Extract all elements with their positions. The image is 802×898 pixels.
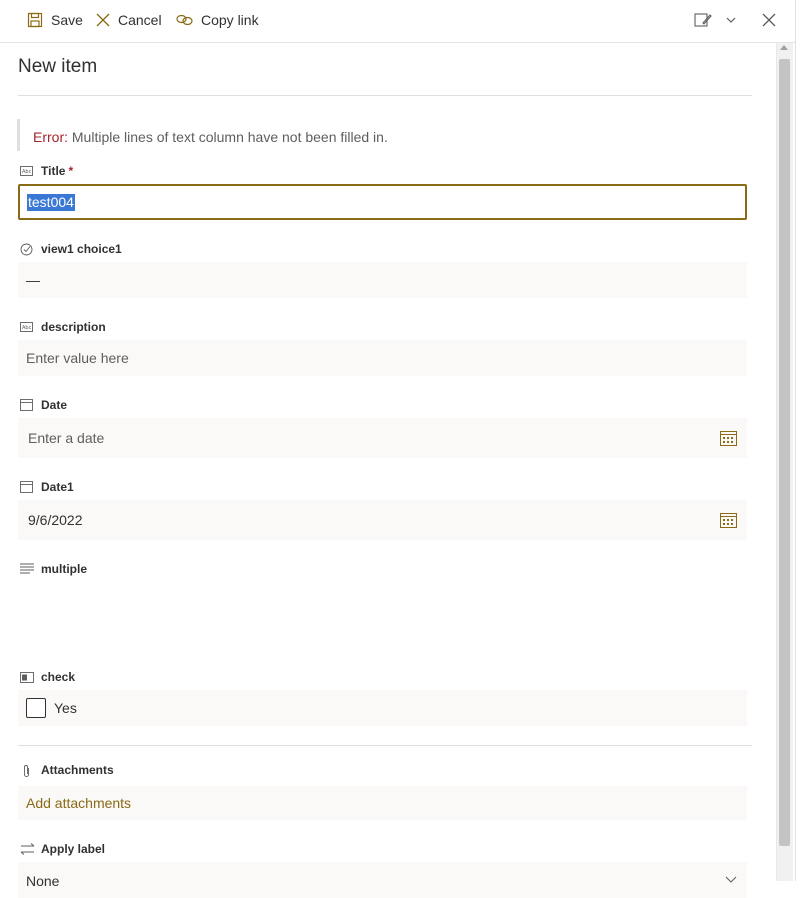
multiline-text-icon <box>20 563 34 574</box>
error-accent-bar <box>17 119 20 151</box>
date1-label: Date1 <box>41 480 74 494</box>
multiple-textarea[interactable] <box>18 582 747 662</box>
chevron-down-icon <box>725 876 737 883</box>
cancel-button-label: Cancel <box>118 12 162 28</box>
description-label: description <box>41 320 106 334</box>
close-icon <box>96 13 110 27</box>
choice-value: — <box>26 272 40 288</box>
text-field-icon: Abc <box>20 322 33 332</box>
calendar-picker-icon[interactable] <box>720 512 737 528</box>
page-title: New item <box>18 56 98 77</box>
calendar-icon <box>20 399 33 411</box>
save-icon <box>27 12 43 28</box>
link-icon <box>176 14 193 26</box>
calendar-picker-icon[interactable] <box>720 430 737 446</box>
title-input[interactable]: test004 <box>18 184 747 220</box>
date-placeholder: Enter a date <box>28 430 105 446</box>
scroll-up-arrow[interactable] <box>780 45 788 50</box>
add-attachments-link[interactable]: Add attachments <box>26 795 131 811</box>
command-bar: Save Cancel Copy link <box>0 0 795 43</box>
error-label: Error: <box>33 129 68 145</box>
section-divider <box>18 745 752 746</box>
error-message: Error: Multiple lines of text column hav… <box>33 129 388 145</box>
calendar-icon <box>20 481 33 493</box>
choice-dropdown[interactable]: — <box>18 262 747 298</box>
scrollbar-thumb[interactable] <box>779 59 790 846</box>
yes-checkbox-label: Yes <box>54 700 77 716</box>
required-mark: * <box>68 164 74 178</box>
multiple-label: multiple <box>41 562 88 576</box>
boolean-icon <box>20 672 34 683</box>
attachments-label: Attachments <box>41 763 114 777</box>
date-label: Date <box>41 398 68 412</box>
edit-form-button[interactable] <box>694 0 712 40</box>
edit-form-dropdown[interactable] <box>726 0 736 40</box>
description-input[interactable]: Enter value here <box>18 340 747 376</box>
apply-label-dropdown[interactable]: None <box>18 862 747 898</box>
save-button-label: Save <box>51 12 83 28</box>
panel-edge <box>795 0 796 881</box>
apply-label-value: None <box>26 873 60 889</box>
choice-label: view1 choice1 <box>41 242 122 256</box>
date1-input[interactable]: 9/6/2022 <box>18 500 747 540</box>
check-label: check <box>41 670 76 684</box>
copy-link-button-label: Copy link <box>201 12 259 28</box>
apply-label-label: Apply label <box>41 842 106 856</box>
attachments-field: Add attachments <box>18 786 747 820</box>
svg-text:Abc: Abc <box>22 169 32 175</box>
apply-label-icon <box>20 843 35 855</box>
svg-text:Abc: Abc <box>22 325 32 331</box>
cancel-button[interactable]: Cancel <box>96 0 162 40</box>
text-field-icon: Abc <box>20 166 33 176</box>
save-button[interactable]: Save <box>27 0 83 40</box>
title-label: Title * <box>41 164 73 178</box>
title-label-text: Title <box>41 164 66 178</box>
date1-value: 9/6/2022 <box>28 512 83 528</box>
error-message-text: Multiple lines of text column have not b… <box>68 129 388 145</box>
close-panel-button[interactable] <box>762 0 776 40</box>
yes-checkbox[interactable] <box>26 698 46 718</box>
close-icon <box>762 13 776 27</box>
choice-icon <box>20 243 33 256</box>
chevron-down-icon <box>726 17 736 23</box>
date-input[interactable]: Enter a date <box>18 418 747 458</box>
check-field: Yes <box>18 690 747 726</box>
title-divider <box>18 95 752 96</box>
edit-form-icon <box>694 13 712 27</box>
title-input-value: test004 <box>27 194 75 211</box>
paperclip-icon <box>24 765 29 777</box>
description-placeholder: Enter value here <box>26 350 129 366</box>
copy-link-button[interactable]: Copy link <box>176 0 259 40</box>
